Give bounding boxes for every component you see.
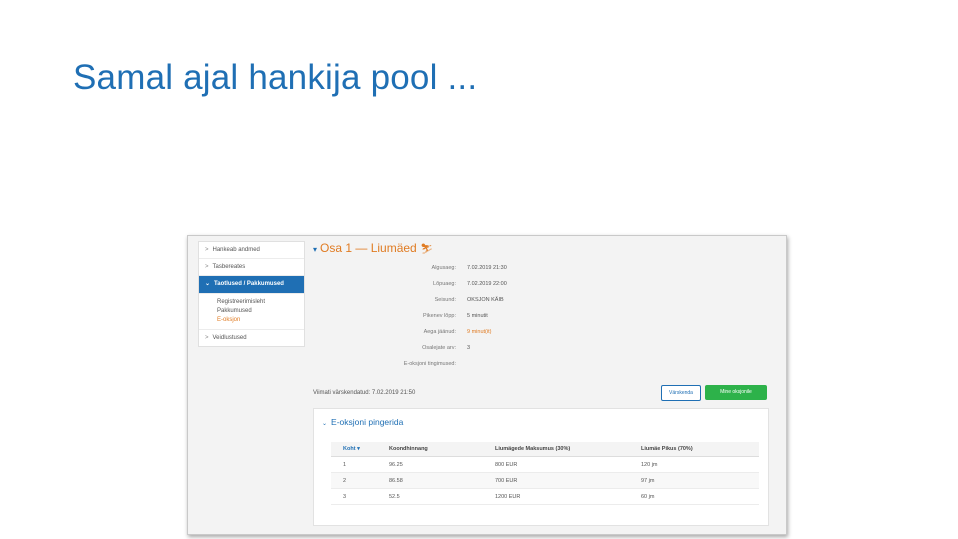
- chevron-down-icon: ▾: [313, 245, 318, 254]
- sidebar: > Hankeab andmed > Tasbereates ⌄ Taotlused …: [198, 241, 305, 347]
- table-row: 2 86.58 700 EUR 97 jm: [331, 472, 759, 489]
- table-row: 3 52.5 1200 EUR 60 jm: [331, 488, 759, 505]
- table-header-row: Koht ▾ Koondhinnang Liumägede Maksumus (…: [331, 442, 759, 457]
- detail-value: 3: [467, 345, 471, 351]
- detail-label: Osalejate arv:: [422, 345, 456, 351]
- ranking-title-text: E-oksjoni pingerida: [331, 417, 404, 427]
- detail-value: 7.02.2019 22:00: [467, 281, 507, 287]
- detail-conditions: E-oksjoni tingimused:: [313, 361, 713, 373]
- table-cell: 97 jm: [629, 472, 759, 489]
- skier-icon: ⛷: [420, 244, 433, 255]
- table-cell: 120 jm: [629, 456, 759, 473]
- detail-extension: Pikenev lõpp: 5 minutit: [313, 313, 713, 325]
- sidebar-item-tenders[interactable]: ⌄ Taotlused / Pakkumused: [199, 276, 304, 294]
- sort-down-icon: ▾: [357, 446, 360, 452]
- detail-end-time: Lõpuaeg: 7.02.2019 22:00: [313, 281, 713, 293]
- last-updated-text: Viimati värskendatud: 7.02.2019 21:50: [313, 390, 416, 396]
- detail-value: OKSJON KÄIB: [467, 297, 504, 303]
- sidebar-subitem-e-auction[interactable]: E-oksjon: [217, 316, 304, 325]
- table-cell: 1: [331, 456, 377, 473]
- detail-label: Seisund:: [434, 297, 456, 303]
- sidebar-item-disputes[interactable]: > Veidlustused: [199, 330, 304, 346]
- table-row: 1 96.25 800 EUR 120 jm: [331, 456, 759, 473]
- screenshot-frame: > Hankeab andmed > Tasbereates ⌄ Taotlused …: [187, 235, 787, 535]
- sidebar-subitem-registration[interactable]: Registreerimisleht: [217, 298, 304, 307]
- sidebar-item-label: Taotlused / Pakkumused: [214, 281, 284, 287]
- column-header-score[interactable]: Koondhinnang: [377, 442, 483, 457]
- detail-value: 9 minut(it): [467, 329, 492, 335]
- section-title-text: Osa 1 — Liumäed: [320, 241, 417, 255]
- detail-label: E-oksjoni tingimused:: [403, 361, 456, 367]
- sidebar-item-label: Tasbereates: [212, 264, 246, 270]
- table-cell: 52.5: [377, 488, 483, 505]
- refresh-button[interactable]: Värskenda: [661, 385, 701, 401]
- chevron-right-icon: >: [205, 335, 209, 341]
- table-cell: 800 EUR: [483, 456, 629, 473]
- detail-label: Pikenev lõpp:: [422, 313, 456, 319]
- slide-title: Samal ajal hankija pool ...: [73, 58, 478, 97]
- ranking-panel-title[interactable]: ⌄ E-oksjoni pingerida: [322, 417, 403, 427]
- detail-participants: Osalejate arv: 3: [313, 345, 713, 357]
- table-cell: 3: [331, 488, 377, 505]
- detail-start-time: Algusaeg: 7.02.2019 21:30: [313, 265, 713, 277]
- column-header-length[interactable]: Liumäe Pikus (70%): [629, 442, 759, 457]
- sidebar-item-clarifications[interactable]: > Tasbereates: [199, 259, 304, 276]
- go-to-auction-button[interactable]: Mine oksjonile: [705, 385, 767, 400]
- detail-label: Algusaeg:: [431, 265, 456, 271]
- sidebar-subitem-offers[interactable]: Pakkumused: [217, 307, 304, 316]
- ranking-panel: ⌄ E-oksjoni pingerida Koht ▾ Koondhinnang…: [313, 408, 769, 526]
- section-title[interactable]: ▾ Osa 1 — Liumäed ⛷: [313, 241, 433, 255]
- detail-label: Aega jäänud:: [423, 329, 456, 335]
- ranking-table: Koht ▾ Koondhinnang Liumägede Maksumus (…: [331, 442, 759, 505]
- table-cell: 700 EUR: [483, 472, 629, 489]
- chevron-right-icon: >: [205, 247, 209, 253]
- column-header-text: Koht: [343, 446, 356, 452]
- table-cell: 96.25: [377, 456, 483, 473]
- detail-status: Seisund: OKSJON KÄIB: [313, 297, 713, 309]
- column-header-place[interactable]: Koht ▾: [331, 442, 377, 457]
- table-cell: 60 jm: [629, 488, 759, 505]
- chevron-down-icon: ⌄: [322, 421, 328, 427]
- sidebar-submenu: Registreerimisleht Pakkumused E-oksjon: [199, 294, 304, 330]
- detail-time-left: Aega jäänud: 9 minut(it): [313, 329, 713, 341]
- table-cell: 86.58: [377, 472, 483, 489]
- table-cell: 2: [331, 472, 377, 489]
- sidebar-item-procurement-data[interactable]: > Hankeab andmed: [199, 242, 304, 259]
- column-header-cost[interactable]: Liumägede Maksumus (30%): [483, 442, 629, 457]
- detail-label: Lõpuaeg:: [433, 281, 456, 287]
- detail-value: 5 minutit: [467, 313, 488, 319]
- table-cell: 1200 EUR: [483, 488, 629, 505]
- detail-value: 7.02.2019 21:30: [467, 265, 507, 271]
- sidebar-item-label: Hankeab andmed: [212, 247, 260, 253]
- chevron-right-icon: >: [205, 264, 209, 270]
- chevron-down-icon: ⌄: [205, 281, 211, 287]
- sidebar-item-label: Veidlustused: [212, 335, 247, 341]
